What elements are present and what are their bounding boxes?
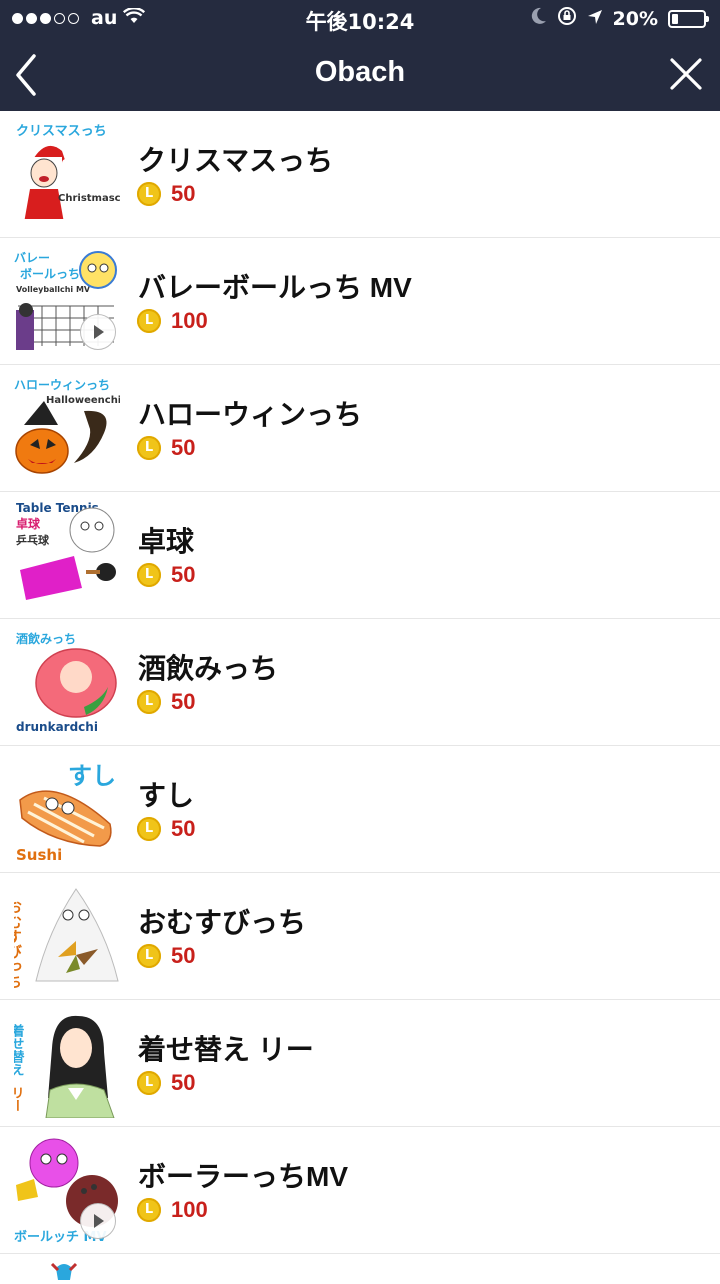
status-bar: au 午後10:24 20%: [0, 0, 720, 36]
line-coin-icon: [137, 436, 161, 460]
thumb-caption: 卓球: [16, 516, 41, 531]
list-item[interactable]: ハローウィンっち Halloweenchi ハローウィンっち 50: [0, 365, 720, 492]
price: 50: [137, 943, 195, 969]
price-amount: 50: [171, 562, 196, 587]
line-coin-icon: [137, 944, 161, 968]
price-amount: 50: [171, 435, 196, 460]
sticker-thumbnail: Table Tennis 卓球 乒乓球: [14, 500, 120, 610]
sticker-list: クリスマスっち Christmaschi クリスマスっち 50 バレー ボールっ…: [0, 111, 720, 1254]
thumb-caption: おむすびっち: [14, 899, 23, 989]
play-icon: [80, 1203, 116, 1239]
list-item[interactable]: クリスマスっち Christmaschi クリスマスっち 50: [0, 111, 720, 238]
list-item[interactable]: 着せ替え リー 着せ替え リー 50: [0, 1000, 720, 1127]
sticker-title: ハローウィンっち: [138, 399, 363, 430]
line-coin-icon: [137, 1198, 161, 1222]
line-coin-icon: [137, 309, 161, 333]
sticker-title: 卓球: [138, 526, 195, 557]
line-coin-icon: [137, 1071, 161, 1095]
thumb-caption: 乒乓球: [16, 533, 50, 547]
play-icon: [80, 314, 116, 350]
list-item[interactable]: バレー ボールっち Volleyballchi MV バレーボールっち MV 1…: [0, 238, 720, 365]
price: 100: [137, 308, 208, 334]
close-button[interactable]: [664, 52, 708, 96]
thumb-caption: バレー: [14, 251, 50, 265]
list-item-partial[interactable]: [0, 1254, 720, 1280]
list-item[interactable]: おむすびっち おむすびっち 50: [0, 873, 720, 1000]
sticker-title: バレーボールっち MV: [138, 272, 412, 303]
price-amount: 50: [171, 689, 196, 714]
list-item[interactable]: すし Sushi すし 50: [0, 746, 720, 873]
line-coin-icon: [137, 563, 161, 587]
sticker-title: 酒飲みっち: [138, 653, 279, 684]
list-item[interactable]: Table Tennis 卓球 乒乓球 卓球 50: [0, 492, 720, 619]
sticker-thumbnail: 酒飲みっち drunkardchi: [14, 627, 120, 737]
sticker-thumbnail: バレー ボールっち Volleyballchi MV: [14, 246, 120, 356]
battery-icon: [668, 9, 709, 28]
page-title: Obach: [314, 56, 406, 88]
price-amount: 50: [171, 816, 196, 841]
price-amount: 50: [171, 1070, 196, 1095]
price: 100: [137, 1197, 208, 1223]
moon-icon: [531, 7, 547, 30]
thumb-caption: Sushi: [16, 846, 62, 864]
thumb-caption: リー: [14, 1086, 24, 1112]
sticker-title: クリスマスっち: [138, 145, 334, 176]
list-item[interactable]: ボールッチ MV ボーラーっちMV 100: [0, 1127, 720, 1254]
sticker-thumbnail: 着せ替え リー: [14, 1008, 120, 1118]
price: 50: [137, 435, 195, 461]
price: 50: [137, 816, 195, 842]
thumb-caption: ハローウィンっち: [14, 378, 110, 392]
sticker-title: おむすびっち: [138, 907, 307, 938]
sticker-title: すし: [138, 780, 195, 811]
line-coin-icon: [137, 182, 161, 206]
battery-percent: 20%: [612, 7, 658, 30]
sticker-title: ボーラーっちMV: [138, 1161, 349, 1192]
sticker-thumbnail: ボールッチ MV: [14, 1135, 120, 1245]
price: 50: [137, 562, 195, 588]
price-amount: 100: [171, 1197, 208, 1222]
sticker-title: 着せ替え リー: [138, 1034, 314, 1065]
line-coin-icon: [137, 817, 161, 841]
rotation-lock-icon: [557, 6, 577, 31]
thumb-caption: クリスマスっち: [16, 124, 107, 139]
line-coin-icon: [137, 690, 161, 714]
thumb-caption: すし: [68, 762, 116, 790]
sticker-thumbnail: すし Sushi: [14, 754, 120, 864]
list-item[interactable]: 酒飲みっち drunkardchi 酒飲みっち 50: [0, 619, 720, 746]
sticker-thumbnail: ハローウィンっち Halloweenchi: [14, 373, 120, 483]
price: 50: [137, 1070, 195, 1096]
price-amount: 50: [171, 181, 196, 206]
price: 50: [137, 181, 195, 207]
sticker-thumbnail: おむすびっち: [14, 881, 120, 991]
thumb-caption: ボールっち: [20, 266, 80, 281]
sticker-thumbnail: クリスマスっち Christmaschi: [14, 119, 120, 229]
thumb-caption: drunkardchi: [16, 720, 98, 734]
thumb-caption: Volleyballchi MV: [16, 285, 91, 294]
thumb-caption: 着せ替え: [14, 1023, 25, 1076]
thumb-caption: 酒飲みっち: [16, 631, 76, 646]
price: 50: [137, 689, 195, 715]
location-icon: [587, 8, 603, 30]
top-bar: au 午後10:24 20% Obach: [0, 0, 720, 111]
thumb-caption: Christmaschi: [58, 193, 120, 204]
price-amount: 100: [171, 308, 208, 333]
thumb-caption: Halloweenchi: [46, 395, 120, 406]
price-amount: 50: [171, 943, 196, 968]
close-icon: [670, 58, 702, 90]
